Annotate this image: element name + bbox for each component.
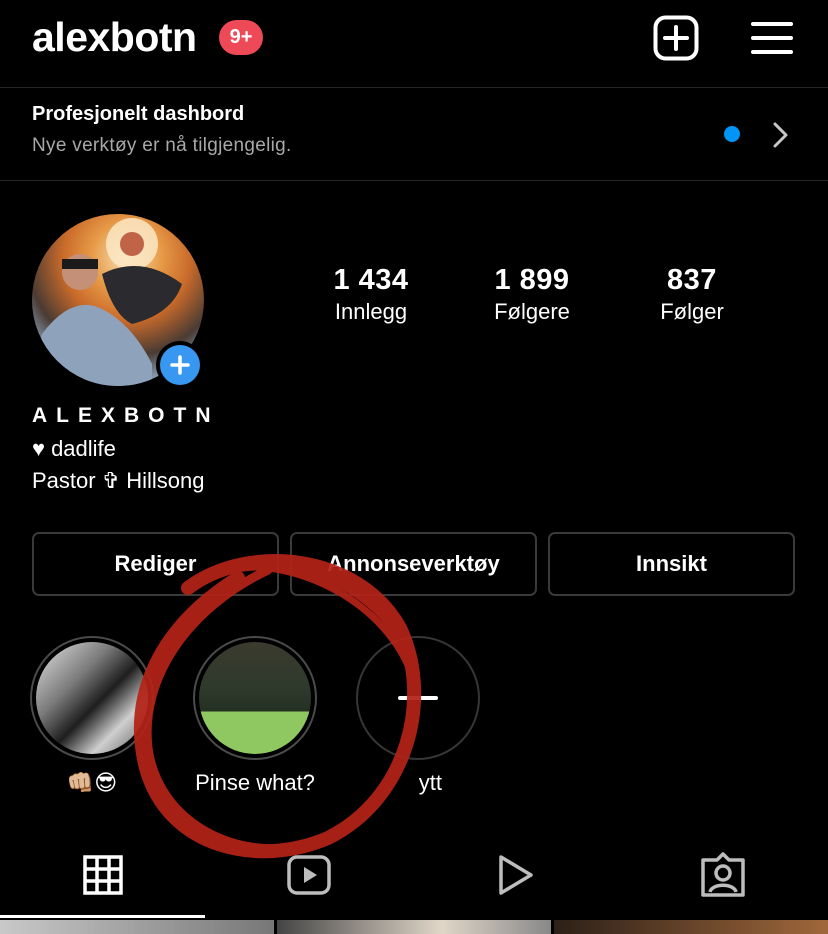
tab-video[interactable] bbox=[492, 852, 538, 898]
new-post-icon bbox=[653, 15, 699, 61]
bio-text: dadlife bbox=[51, 436, 116, 461]
tab-grid[interactable] bbox=[80, 852, 126, 898]
stat-followers[interactable]: 1 899 Følgere bbox=[457, 264, 607, 325]
bio-line-2: Pastor ✞ Hillsong bbox=[32, 468, 205, 493]
top-bar: alexbotn 9+ bbox=[0, 0, 828, 86]
profile-username[interactable]: alexbotn bbox=[32, 14, 197, 61]
stat-label: Følger bbox=[660, 299, 724, 324]
bio-line-1: ♥ dadlife bbox=[32, 436, 116, 462]
chevron-right-icon bbox=[773, 122, 788, 148]
new-indicator-dot bbox=[724, 126, 740, 142]
stat-following[interactable]: 837 Følger bbox=[617, 264, 767, 325]
post-thumbnail[interactable] bbox=[554, 920, 828, 934]
professional-dashboard-row[interactable]: Profesjonelt dashbord Nye verktøy er nå … bbox=[0, 88, 828, 180]
plus-icon bbox=[170, 355, 190, 375]
dashboard-title: Profesjonelt dashbord bbox=[32, 103, 245, 125]
new-post-button[interactable] bbox=[652, 14, 700, 62]
divider bbox=[0, 180, 828, 181]
post-thumbnail[interactable] bbox=[277, 920, 551, 934]
stat-label: Innlegg bbox=[334, 299, 408, 324]
add-story-button[interactable] bbox=[156, 341, 204, 389]
grid-icon bbox=[83, 855, 123, 895]
profile-display-name: ALEXBOTN bbox=[32, 404, 220, 427]
tab-reels[interactable] bbox=[286, 852, 332, 898]
stat-posts[interactable]: 1 434 Innlegg bbox=[296, 264, 446, 325]
insights-button[interactable]: Innsikt bbox=[548, 532, 795, 596]
heart-icon: ♥ bbox=[32, 436, 46, 461]
notification-badge[interactable]: 9+ bbox=[219, 20, 263, 55]
dashboard-subtitle: Nye verktøy er nå tilgjengelig. bbox=[32, 135, 292, 156]
post-thumbnail[interactable] bbox=[0, 920, 274, 934]
tab-tagged[interactable] bbox=[700, 852, 746, 898]
stat-value: 1 899 bbox=[494, 264, 570, 296]
active-tab-indicator bbox=[0, 915, 205, 918]
reels-icon bbox=[287, 855, 331, 895]
stat-label: Følgere bbox=[494, 299, 570, 324]
tagged-icon bbox=[701, 852, 745, 897]
menu-icon bbox=[751, 22, 793, 54]
video-icon bbox=[499, 855, 533, 895]
menu-button[interactable] bbox=[748, 16, 796, 60]
add-story-circle bbox=[160, 345, 200, 385]
red-circle-annotation bbox=[133, 554, 422, 859]
stat-value: 1 434 bbox=[333, 264, 409, 296]
stat-value: 837 bbox=[667, 264, 717, 296]
